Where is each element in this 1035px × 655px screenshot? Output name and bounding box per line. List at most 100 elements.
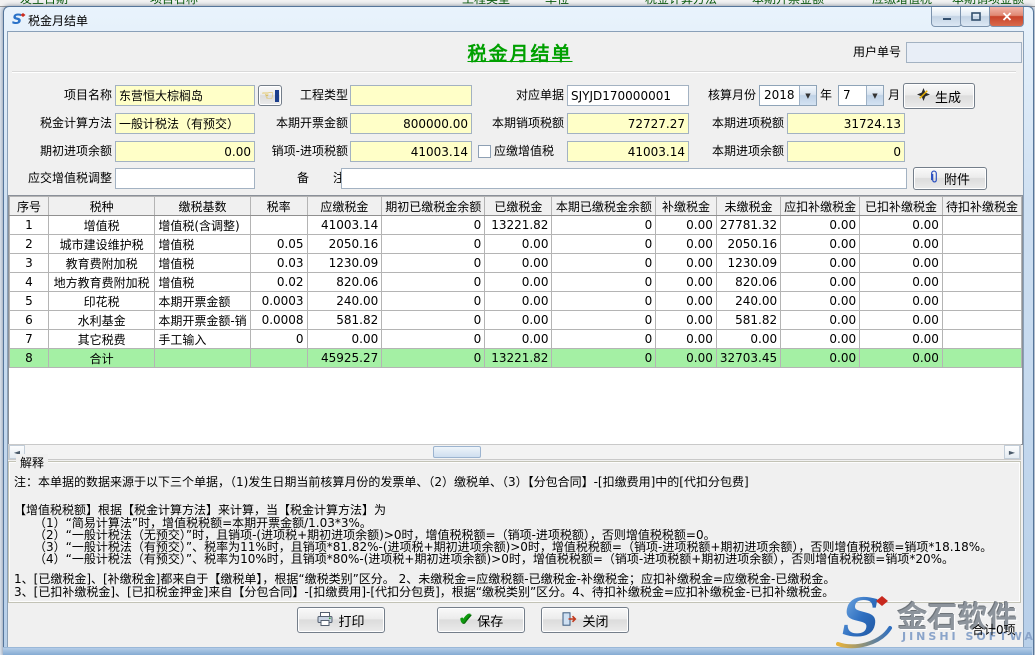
- column-header[interactable]: 补缴税金: [656, 197, 717, 216]
- column-header[interactable]: 税率: [250, 197, 307, 216]
- current-input-balance-label: 本期进项余额: [700, 141, 784, 162]
- screen: 发生日期项目名称工程类型单位税金计算方法本期开票金额应缴增值税本期销项金额 S …: [0, 0, 1035, 655]
- table-row[interactable]: 3教育费附加税增值税0.031230.0900.0000.001230.090.…: [10, 254, 1022, 273]
- month-select[interactable]: 7 ▼: [838, 85, 884, 106]
- column-header[interactable]: 本期已缴税金余额: [552, 197, 656, 216]
- maximize-button[interactable]: [960, 7, 991, 27]
- minimize-button[interactable]: [931, 7, 962, 27]
- attachment-button-label: 附件: [944, 169, 970, 188]
- month-suffix-label: 月: [888, 85, 902, 106]
- vat-adjustment-input[interactable]: [115, 168, 255, 189]
- table-cell: 手工输入: [155, 330, 250, 349]
- generate-button[interactable]: 生成: [903, 83, 975, 109]
- attachment-button[interactable]: 附件: [913, 167, 987, 190]
- column-header[interactable]: 待扣补缴税金: [942, 197, 1021, 216]
- table-cell: [942, 292, 1021, 311]
- column-header[interactable]: 序号: [10, 197, 49, 216]
- vat-payable-label: 应缴增值税: [494, 141, 560, 162]
- column-header[interactable]: 期初已缴税金余额: [382, 197, 485, 216]
- doc-no-input[interactable]: [567, 85, 689, 106]
- user-no-input[interactable]: [906, 42, 1022, 63]
- table-cell: 0.00: [485, 273, 552, 292]
- table-cell: 581.82: [307, 311, 382, 330]
- table-cell: 2050.16: [307, 235, 382, 254]
- column-header[interactable]: 税种: [48, 197, 154, 216]
- opening-input-balance-input[interactable]: [115, 141, 255, 162]
- remark-label: 备 注: [283, 168, 345, 189]
- tax-grid: 序号税种缴税基数税率应缴税金期初已缴税金余额已缴税金本期已缴税金余额补缴税金未缴…: [8, 195, 1023, 445]
- table-cell: 0.00: [656, 349, 717, 368]
- table-cell: 0.00: [860, 216, 943, 235]
- column-header[interactable]: 缴税基数: [155, 197, 250, 216]
- generate-button-label: 生成: [935, 87, 961, 106]
- table-cell: 合计: [48, 349, 154, 368]
- chevron-down-icon[interactable]: ▼: [866, 86, 883, 105]
- scroll-right-arrow-icon[interactable]: ►: [1004, 445, 1020, 459]
- table-cell: 0.00: [781, 254, 860, 273]
- column-header[interactable]: 应缴税金: [307, 197, 382, 216]
- table-cell: 0.00: [485, 254, 552, 273]
- explanation-line: 【增值税税额】根据【税金计算方法】来计算，当【税金计算方法】为: [14, 504, 386, 517]
- close-button[interactable]: [989, 7, 1024, 27]
- table-row[interactable]: 2城市建设维护税增值税0.052050.1600.0000.002050.160…: [10, 235, 1022, 254]
- year-select[interactable]: 2018 ▼: [759, 85, 817, 106]
- table-cell: 0.00: [781, 273, 860, 292]
- table-cell: 0.00: [781, 216, 860, 235]
- output-minus-input-input[interactable]: [350, 141, 472, 162]
- close-action-button[interactable]: 关闭: [541, 607, 629, 633]
- save-button[interactable]: ✔ 保存: [437, 607, 525, 633]
- print-button[interactable]: 打印: [297, 607, 385, 633]
- table-cell: 2: [10, 235, 49, 254]
- check-icon: ✔: [459, 612, 472, 628]
- vat-payable-checkbox[interactable]: [478, 145, 491, 158]
- table-cell: 0: [552, 235, 656, 254]
- column-header[interactable]: 未缴税金: [716, 197, 780, 216]
- table-row[interactable]: 8合计45925.27013221.8200.0032703.450.000.0…: [10, 349, 1022, 368]
- table-cell: [942, 273, 1021, 292]
- table-cell: 240.00: [307, 292, 382, 311]
- table-cell: 0.00: [656, 292, 717, 311]
- project-lookup-button[interactable]: ☜: [258, 85, 282, 106]
- scrollbar-thumb[interactable]: [433, 446, 481, 458]
- table-row[interactable]: 4地方教育费附加税增值税0.02820.0600.0000.00820.060.…: [10, 273, 1022, 292]
- table-cell: 581.82: [716, 311, 780, 330]
- table-cell: 45925.27: [307, 349, 382, 368]
- table-cell: 0: [382, 235, 485, 254]
- table-cell: 0.03: [250, 254, 307, 273]
- tax-method-input[interactable]: [115, 113, 255, 134]
- table-row[interactable]: 5印花税本期开票金额0.0003240.0000.0000.00240.000.…: [10, 292, 1022, 311]
- table-row[interactable]: 6水利基金本期开票金额-销0.0008581.8200.0000.00581.8…: [10, 311, 1022, 330]
- table-cell: 0: [552, 254, 656, 273]
- remark-input[interactable]: [341, 168, 907, 189]
- table-row[interactable]: 7其它税费手工输入00.0000.0000.000.000.000.00: [10, 330, 1022, 349]
- input-tax-input[interactable]: [787, 113, 905, 134]
- form-title: 税金月结单: [420, 39, 620, 66]
- project-name-input[interactable]: [115, 85, 255, 106]
- opening-input-balance-label: 期初进项余额: [28, 141, 112, 162]
- output-tax-input[interactable]: [567, 113, 689, 134]
- current-input-balance-input[interactable]: [787, 141, 905, 162]
- exit-door-icon: [561, 612, 577, 629]
- table-cell: 0.00: [656, 254, 717, 273]
- input-tax-label: 本期进项税额: [700, 113, 784, 134]
- table-cell: 0: [552, 292, 656, 311]
- horizontal-scrollbar[interactable]: ◄ ►: [8, 444, 1021, 460]
- column-header[interactable]: 已缴税金: [485, 197, 552, 216]
- vat-payable-input[interactable]: [567, 141, 689, 162]
- title-bar[interactable]: S 税金月结单: [4, 7, 1033, 32]
- column-header[interactable]: 已扣补缴税金: [860, 197, 943, 216]
- output-minus-input-label: 销项-进项税额: [258, 141, 348, 162]
- table-cell: 7: [10, 330, 49, 349]
- table-cell: 增值税: [155, 254, 250, 273]
- table-cell: 0: [382, 311, 485, 330]
- column-header[interactable]: 应扣补缴税金: [781, 197, 860, 216]
- table-cell: 6: [10, 311, 49, 330]
- table-cell: 0: [552, 216, 656, 235]
- table-cell: [942, 311, 1021, 330]
- chevron-down-icon[interactable]: ▼: [799, 86, 816, 105]
- table-cell: 本期开票金额: [155, 292, 250, 311]
- invoice-amount-input[interactable]: [350, 113, 472, 134]
- project-type-input[interactable]: [350, 85, 472, 106]
- generate-icon: [917, 88, 930, 104]
- table-row[interactable]: 1增值税增值税(含调整)41003.14013221.8200.0027781.…: [10, 216, 1022, 235]
